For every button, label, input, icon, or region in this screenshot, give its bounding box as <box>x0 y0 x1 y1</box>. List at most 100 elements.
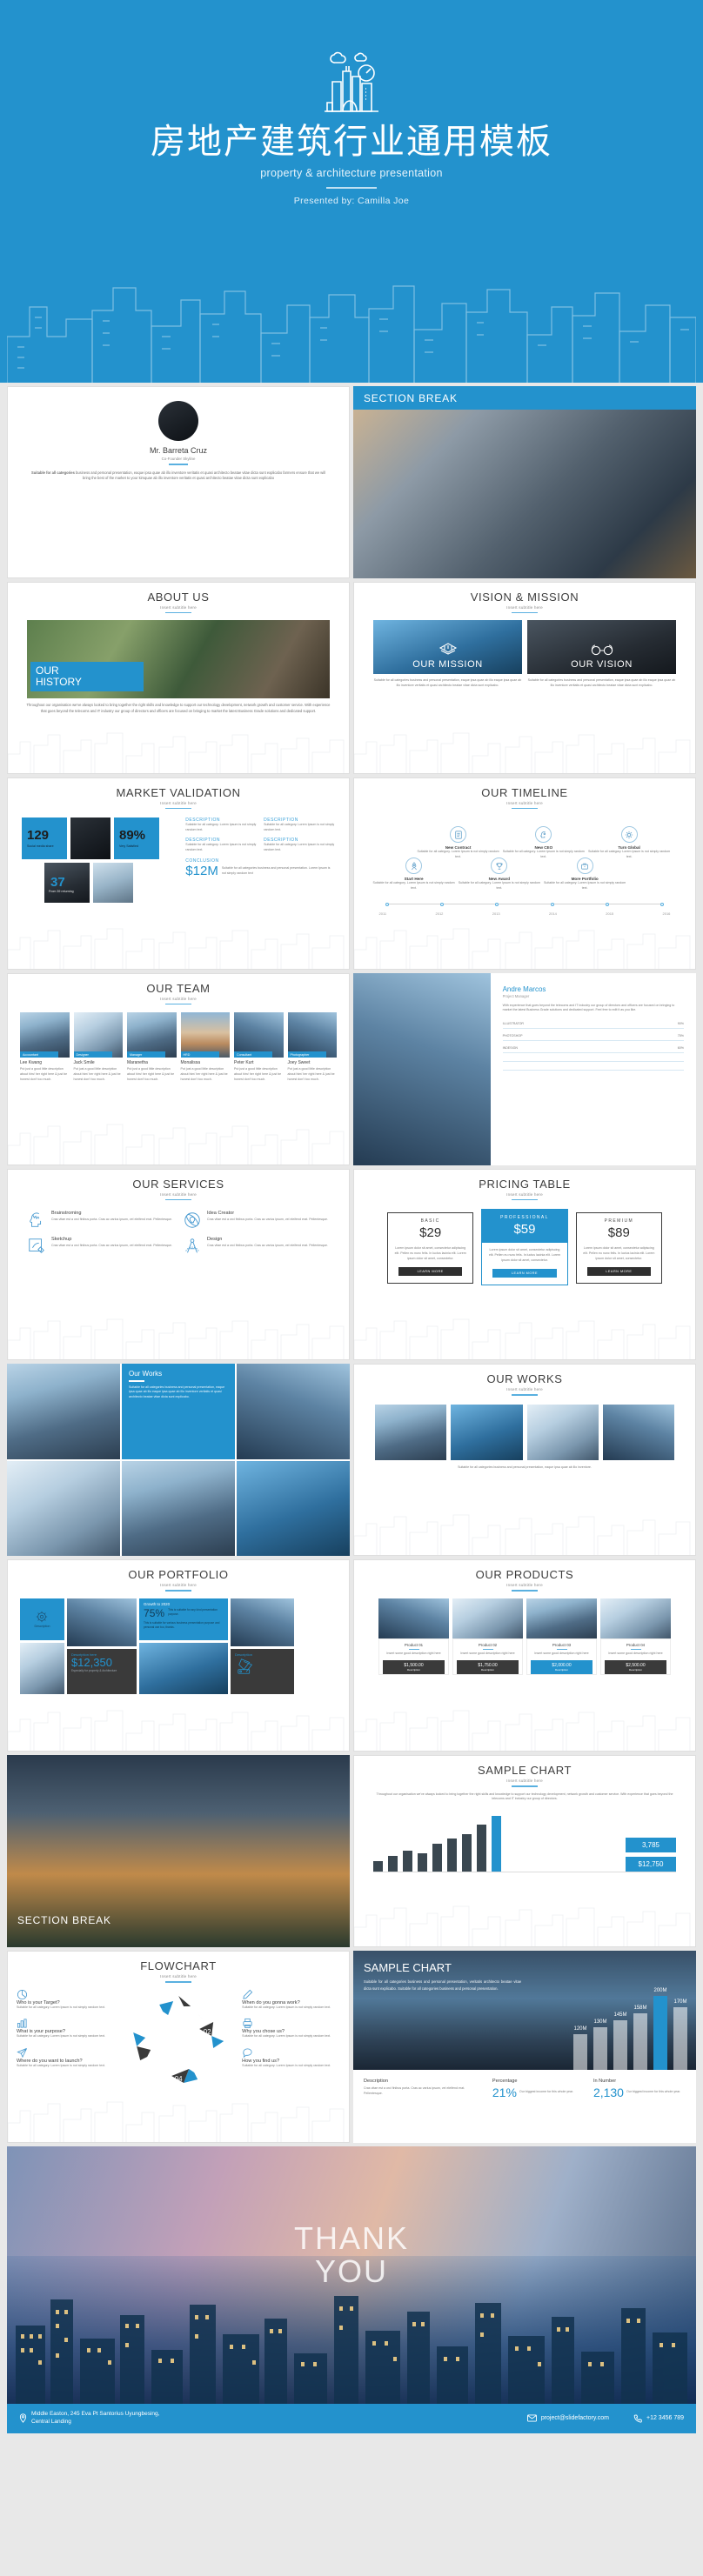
flow-step[interactable]: Who is your Target? Suitable for all cat… <box>17 1989 115 2011</box>
chart-body: Throughout our organisation we've always… <box>376 1792 673 1801</box>
slide-profile[interactable]: Mr. Barreta Cruz Co-Founder Skyline Suit… <box>7 386 350 578</box>
service-item[interactable]: Idea Creator Cras vitae est a orci finibu… <box>183 1211 330 1230</box>
thank-you-slide[interactable]: THANK YOU Middle Easton, 245 Eva Pt Sant… <box>7 2146 696 2433</box>
description-block: DESCRIPTION Suitable for all category. Lo… <box>185 818 257 831</box>
description-block: DESCRIPTION Suitable for all category. Lo… <box>264 837 335 851</box>
slide-sample-chart-1[interactable]: SAMPLE CHART Insert subtitle here Throug… <box>353 1755 696 1947</box>
team-member[interactable]: Designer Jack Smile Put just a good litt… <box>73 1012 123 1082</box>
footer-phone[interactable]: +12 3456 789 <box>633 2414 684 2423</box>
flow-step[interactable]: How you find us? Suitable for all catego… <box>242 2047 340 2069</box>
page-title: FLOWCHART <box>140 1959 217 1972</box>
slide-our-works-panel[interactable]: Our Works Suitable for all categories bu… <box>7 1364 350 1557</box>
bar-chart: 120M 130M 145M 158M 200M 170M <box>573 1988 687 2070</box>
timeline-year: 2016 <box>662 911 671 917</box>
vision-card[interactable]: OUR VISION <box>527 620 676 675</box>
slide-vision-mission[interactable]: VISION & MISSION Insert subtitle here OU… <box>353 581 696 774</box>
slide-pricing-table[interactable]: PRICING TABLE Insert subtitle here BASIC… <box>353 1168 696 1361</box>
timeline-event: More Portfolio Suitable for all category… <box>544 858 626 891</box>
skyline-decoration-icon <box>8 1710 345 1752</box>
slide-sample-chart-2[interactable]: SAMPLE CHART Suitable for all categories… <box>353 1951 696 2143</box>
stat-value: 129 <box>27 828 50 844</box>
page-title: ABOUT US <box>147 590 210 604</box>
team-member[interactable]: Accountant Lee Kwang Put just a good lit… <box>20 1012 70 1082</box>
timeline-year: 2011 <box>378 911 387 917</box>
profile-role: Co-Founder Skyline <box>161 457 196 461</box>
chart2-body: Suitable for all categories business and… <box>364 1979 522 1991</box>
flow-step[interactable]: Where do you want to launch? Suitable fo… <box>17 2047 115 2069</box>
flow-step[interactable]: Why you chose us? Suitable for all categ… <box>242 2018 340 2039</box>
slide-subtitle: Insert subtitle here <box>506 1583 543 1588</box>
stat-caption: Very Satisfied <box>119 844 138 849</box>
slide-profile-form[interactable]: Andre Marcos Project Manager With experi… <box>353 972 696 1165</box>
slide-our-products[interactable]: OUR PRODUCTS Insert subtitle here Produc… <box>353 1559 696 1752</box>
portfolio-tile-icon: Description <box>20 1598 64 1641</box>
page-title: OUR TIMELINE <box>481 785 568 799</box>
flow-step[interactable]: What is your purpose? Suitable for all c… <box>17 2018 115 2039</box>
slide-timeline[interactable]: OUR TIMELINE Insert subtitle here New Co… <box>353 777 696 970</box>
team-role: Manager <box>127 1051 166 1058</box>
pricing-plan-basic[interactable]: BASIC $29 Lorem ipsum dolor sit amet, con… <box>387 1212 474 1285</box>
team-member[interactable]: Manager Maranetha Put just a good little… <box>127 1012 177 1082</box>
slide-market-validation[interactable]: MARKET VALIDATION Insert subtitle here 1… <box>7 777 350 970</box>
envelope-icon <box>526 2414 537 2422</box>
section-break-title: SECTION BREAK <box>353 386 696 410</box>
about-body: Throughout our organisation we've always… <box>26 703 331 714</box>
svg-text:04: 04 <box>175 2075 183 2083</box>
footer-address: Middle Easton, 245 Eva Pt Santorius Uyun… <box>19 2411 162 2426</box>
product-card[interactable]: Product 02 Insert some good description … <box>452 1598 523 1675</box>
slide-section-break-1[interactable]: SECTION BREAK <box>353 386 696 578</box>
mission-card[interactable]: OUR MISSION <box>373 620 522 675</box>
flow-step[interactable]: When do you gonna work? Suitable for all… <box>242 1989 340 2011</box>
slide-subtitle: Insert subtitle here <box>160 1191 197 1197</box>
team-member[interactable]: Photographer Joey Sweet Put just a good … <box>287 1012 337 1082</box>
sketch-hand-icon <box>27 1237 46 1256</box>
product-card[interactable]: Product 03 Insert some good description … <box>526 1598 597 1675</box>
slide-subtitle: Insert subtitle here <box>506 800 543 805</box>
pricing-plan-professional[interactable]: PROFESSIONAL $59 Lorem ipsum dolor sit am… <box>481 1209 568 1286</box>
works-panel-title: Our Works <box>129 1370 163 1378</box>
footer-email[interactable]: project@slidefactory.com <box>526 2414 609 2422</box>
slide-section-break-2[interactable]: SECTION BREAK <box>7 1755 350 1947</box>
glasses-icon <box>591 644 613 656</box>
bar-chart: 3,785 $12,750 <box>373 1811 676 1872</box>
presentation-preview-page: 房地产建筑行业通用模板 property & architecture pres… <box>0 0 703 2433</box>
product-card[interactable]: Product 01 Insert some good description … <box>378 1598 449 1675</box>
team-name: Maranetha <box>127 1060 148 1066</box>
team-member[interactable]: Consultant Peter Kurt Put just a good li… <box>234 1012 284 1082</box>
slide-about-us[interactable]: ABOUT US Insert subtitle here OUR HISTOR… <box>7 581 350 774</box>
pricing-plan-premium[interactable]: PREMIUM $89 Lorem ipsum dolor sit amet, c… <box>575 1212 662 1285</box>
slide-subtitle: Insert subtitle here <box>160 996 197 1001</box>
page-title: OUR SERVICES <box>132 1177 224 1191</box>
team-role: Consultant <box>234 1051 273 1058</box>
slide-our-team[interactable]: OUR TEAM Insert subtitle here Accountant… <box>7 972 350 1165</box>
timeline-event: New Contract Suitable for all category. … <box>417 826 499 860</box>
slide-flowchart[interactable]: FLOWCHART Insert subtitle here Who is yo… <box>7 1951 350 2143</box>
learn-more-button[interactable]: LEARN MORE <box>586 1267 651 1277</box>
about-photo-block: OUR HISTORY <box>27 620 330 699</box>
briefcase-icon <box>576 858 593 875</box>
slide-subtitle: Insert subtitle here <box>160 604 197 610</box>
bar-chart-icon <box>17 2018 115 2029</box>
learn-more-button[interactable]: LEARN MORE <box>398 1267 463 1277</box>
stat-tile-3: 37 From 39 returning <box>44 863 90 904</box>
slide-our-works[interactable]: OUR WORKS Insert subtitle here Suitable … <box>353 1364 696 1557</box>
cover-presenter: Presented by: Camilla Joe <box>293 196 410 206</box>
skyline-decoration-icon <box>8 2101 345 2142</box>
team-member[interactable]: HRD Monalissa Put just a good little des… <box>180 1012 230 1082</box>
service-item[interactable]: Sketchup Cras vitae est a orci finibus po… <box>27 1237 174 1256</box>
paper-plane-icon <box>17 2047 115 2059</box>
slide-our-portfolio[interactable]: OUR PORTFOLIO Insert subtitle here Descr… <box>7 1559 350 1752</box>
service-item[interactable]: Design Cras vitae est a orci finibus port… <box>183 1237 330 1256</box>
skyline-decoration-icon <box>8 1124 345 1165</box>
works-caption: Suitable for all categories business and… <box>458 1465 592 1469</box>
svg-text:01: 01 <box>175 2007 183 2015</box>
service-item[interactable]: Brainstroming Cras vitae est a orci finib… <box>27 1211 174 1230</box>
head-profile-icon <box>535 826 552 844</box>
description-block: DESCRIPTION Suitable for all category. Lo… <box>185 837 257 851</box>
slide-subtitle: Insert subtitle here <box>160 1974 197 1979</box>
learn-more-button[interactable]: LEARN MORE <box>492 1269 557 1278</box>
slide-our-services[interactable]: OUR SERVICES Insert subtitle here Brains… <box>7 1168 350 1361</box>
team-name: Joey Sweet <box>287 1060 311 1066</box>
product-card[interactable]: Product 04 Insert some good description … <box>600 1598 671 1675</box>
rocket-icon <box>405 858 423 875</box>
